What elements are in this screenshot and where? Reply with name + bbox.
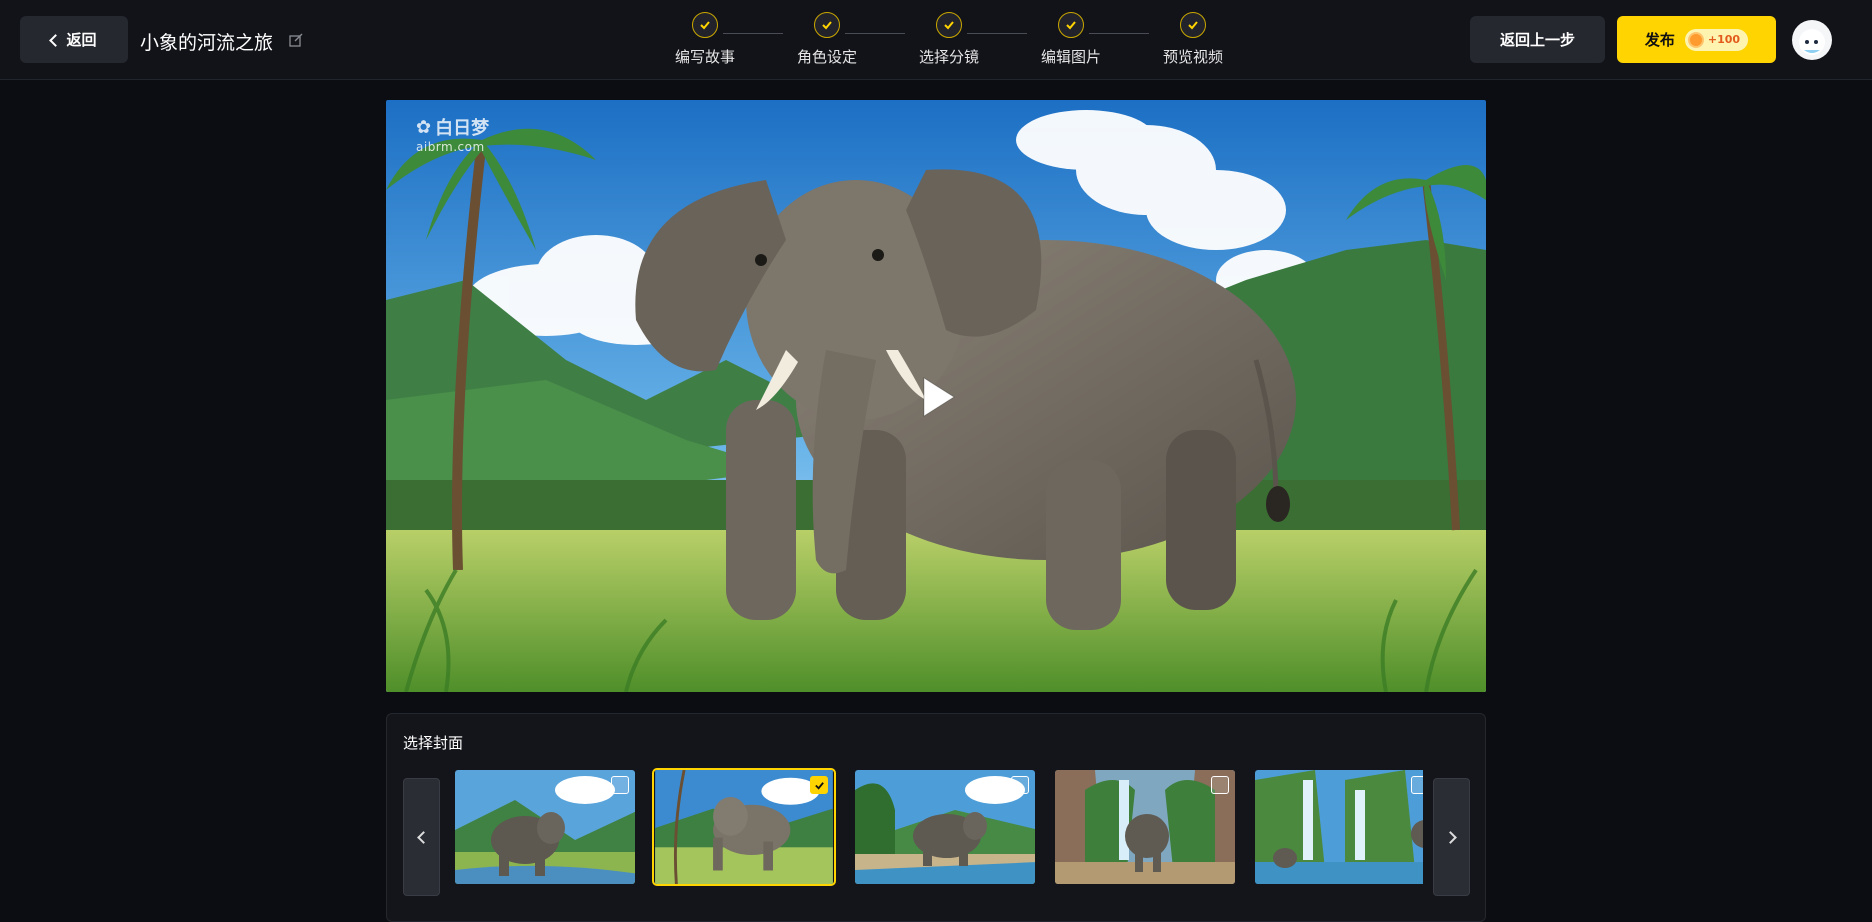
- thumbnail-prev-button[interactable]: [403, 778, 440, 896]
- step-label: 角色设定: [796, 48, 857, 66]
- previous-step-button[interactable]: 返回上一步: [1470, 16, 1605, 63]
- thumbnail-strip: [453, 768, 1423, 898]
- progress-steps: 编写故事 角色设定 选择分镜 编辑图片 预览视频: [650, 12, 1230, 72]
- step-label: 编写故事: [674, 48, 735, 66]
- thumbnail-checkbox[interactable]: [1011, 776, 1029, 794]
- thumbnail-image: [855, 770, 1035, 884]
- cover-thumbnail[interactable]: [453, 768, 637, 886]
- cover-thumbnail[interactable]: [853, 768, 1037, 886]
- cover-section-title: 选择封面: [403, 734, 464, 752]
- step-check-icon: [814, 12, 840, 38]
- back-button[interactable]: 返回: [20, 16, 128, 63]
- step-write-story[interactable]: 编写故事: [650, 12, 760, 67]
- watermark-brand: 白日梦: [435, 118, 490, 139]
- play-icon[interactable]: [922, 376, 956, 418]
- chevron-left-icon: [49, 33, 63, 47]
- watermark-site: aibrm.com: [416, 140, 485, 154]
- step-check-icon: [1180, 12, 1206, 38]
- project-title: 小象的河流之旅: [140, 32, 274, 54]
- step-character-setup[interactable]: 角色设定: [772, 12, 882, 67]
- thumbnail-image: [655, 770, 833, 884]
- top-bar: 返回 小象的河流之旅 编写故事 角色设定 选择分镜 编辑图片 预览视频 返回上一…: [0, 0, 1872, 80]
- thumbnail-checkbox[interactable]: [1411, 776, 1423, 794]
- back-button-label: 返回: [66, 31, 97, 49]
- coin-icon: [1687, 31, 1704, 48]
- cover-selector-panel: 选择封面: [386, 713, 1486, 922]
- step-label: 预览视频: [1162, 48, 1223, 66]
- step-check-icon: [936, 12, 962, 38]
- cover-thumbnail-selected[interactable]: [652, 768, 836, 886]
- step-check-icon: [1058, 12, 1084, 38]
- thumbnail-checkbox[interactable]: [1211, 776, 1229, 794]
- thumbnail-image: [1055, 770, 1235, 884]
- thumbnail-image: [455, 770, 635, 884]
- step-edit-images[interactable]: 编辑图片: [1016, 12, 1126, 67]
- avatar[interactable]: [1792, 20, 1832, 60]
- cover-thumbnail[interactable]: [1253, 768, 1423, 886]
- video-preview[interactable]: ✿ 白日梦 aibrm.com: [386, 100, 1486, 692]
- watermark-logo-icon: ✿: [416, 116, 432, 138]
- publish-label: 发布: [1644, 31, 1675, 49]
- chevron-right-icon: [1443, 830, 1457, 844]
- step-preview-video[interactable]: 预览视频: [1138, 12, 1248, 67]
- credit-badge: +100: [1684, 28, 1749, 51]
- thumbnail-checkbox-checked[interactable]: [810, 776, 828, 794]
- thumbnail-checkbox[interactable]: [611, 776, 629, 794]
- thumbnail-image: [1255, 770, 1423, 884]
- cover-thumbnail[interactable]: [1053, 768, 1237, 886]
- chevron-left-icon: [416, 830, 430, 844]
- step-label: 选择分镜: [918, 48, 979, 66]
- step-label: 编辑图片: [1040, 48, 1101, 66]
- step-check-icon: [692, 12, 718, 38]
- thumbnail-next-button[interactable]: [1433, 778, 1470, 896]
- publish-button[interactable]: 发布 +100: [1617, 16, 1776, 63]
- watermark: ✿ 白日梦 aibrm.com: [416, 114, 490, 155]
- credit-amount: +100: [1707, 33, 1741, 46]
- check-icon: [814, 781, 824, 790]
- step-choose-storyboard[interactable]: 选择分镜: [894, 12, 1004, 67]
- edit-icon[interactable]: [289, 33, 303, 47]
